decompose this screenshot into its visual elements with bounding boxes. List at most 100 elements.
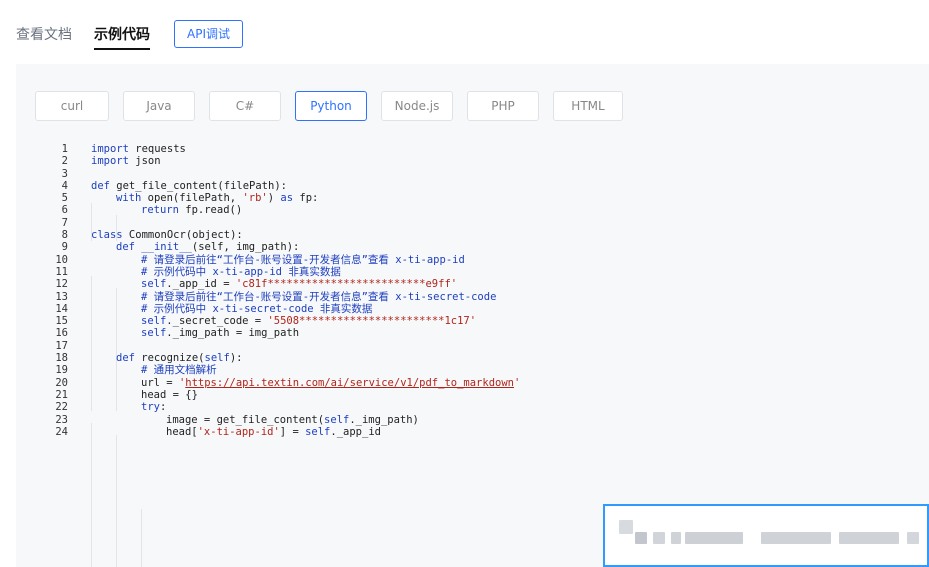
indent-guide (141, 509, 142, 567)
lang-tab-curl[interactable]: curl (35, 91, 109, 121)
code-token: def (116, 241, 135, 254)
code-text: # 请登录后前往“工作台-账号设置-开发者信息”查看 x-ti-secret-c… (141, 291, 496, 303)
blurred-toast (603, 504, 929, 567)
line-number: 1 (61, 143, 68, 155)
code-line: 7 (16, 217, 929, 229)
code-text: def __init__(self, img_path): (116, 241, 299, 253)
code-line: 22 try: (16, 401, 929, 413)
code-text: class CommonOcr(object): (91, 229, 243, 241)
code-text: head = {} (141, 389, 198, 401)
line-number: 3 (61, 167, 68, 180)
code-token: self (204, 352, 230, 365)
code-line: 17 (16, 340, 929, 352)
line-number: 4 (61, 179, 68, 192)
code-token: (self, img_path): (191, 241, 300, 254)
top-tab-bar: 查看文档 示例代码 API调试 (16, 18, 243, 50)
code-token: head = {} (141, 388, 198, 401)
indent-guide (116, 435, 117, 567)
code-token: self (141, 327, 167, 340)
code-token: def (91, 179, 110, 192)
code-line: 14 # 示例代码中 x-ti-secret-code 非真实数据 (16, 303, 929, 315)
code-token: ] = (279, 425, 306, 438)
code-line: 12 self._app_id = 'c81f******************… (16, 278, 929, 290)
code-token: : (159, 401, 167, 414)
code-line: 23 image = get_file_content(self._img_pat… (16, 414, 929, 426)
lang-tab-csharp[interactable]: C# (209, 91, 281, 121)
line-number: 7 (61, 216, 68, 229)
code-token: # 示例代码中 x-ti-secret-code 非真实数据 (141, 302, 373, 315)
code-token: def (116, 352, 135, 365)
line-number: 14 (55, 302, 68, 315)
code-text: head['x-ti-app-id'] = self._app_id (166, 426, 381, 438)
code-line: 1 import requests (16, 143, 929, 155)
line-number: 21 (55, 388, 68, 401)
blurred-text (839, 532, 899, 544)
line-number: 5 (61, 192, 68, 205)
code-line: 3 (16, 168, 929, 180)
lang-tab-python[interactable]: Python (295, 91, 367, 121)
code-text: return fp.read() (141, 204, 242, 216)
code-token: __init__ (141, 241, 192, 254)
lang-tab-java[interactable]: Java (123, 91, 195, 121)
code-text: # 示例代码中 x-ti-app-id 非真实数据 (141, 266, 341, 278)
line-number: 12 (55, 278, 68, 291)
tab-docs[interactable]: 查看文档 (16, 24, 72, 44)
code-text: image = get_file_content(self._img_path) (166, 414, 419, 426)
code-token: class (91, 229, 123, 242)
line-number: 11 (55, 265, 68, 278)
code-text: self._secret_code = '5508***************… (141, 315, 476, 327)
blurred-text (653, 532, 665, 544)
line-number: 19 (55, 364, 68, 377)
code-text: url = 'https://api.textin.com/ai/service… (141, 377, 520, 389)
code-line: 5 with open(filePath, 'rb') as fp: (16, 192, 929, 204)
code-token: # 通用文档解析 (141, 364, 217, 377)
line-number: 15 (55, 315, 68, 328)
lang-tab-php[interactable]: PHP (467, 91, 539, 121)
code-token: ._app_id = (166, 278, 236, 291)
code-text: self._img_path = img_path (141, 327, 299, 339)
line-number: 13 (55, 290, 68, 303)
code-token: get_file_content(filePath): (109, 179, 287, 192)
code-token: requests (135, 143, 186, 155)
code-token: import (91, 143, 129, 155)
code-token: # 请登录后前往“工作台-账号设置-开发者信息”查看 x-ti-secret-c… (141, 290, 497, 303)
code-text: with open(filePath, 'rb') as fp: (116, 192, 318, 204)
code-line: 4 def get_file_content(filePath): (16, 180, 929, 192)
code-token: recognize( (134, 352, 205, 365)
blurred-text (671, 532, 681, 544)
code-token: self (324, 413, 350, 426)
tab-sample-code[interactable]: 示例代码 (94, 24, 150, 50)
code-text: # 请登录后前往“工作台-账号设置-开发者信息”查看 x-ti-app-id (141, 254, 465, 266)
code-line: 15 self._secret_code = '5508*************… (16, 315, 929, 327)
code-token: self (305, 425, 331, 438)
code-token: https://api.textin.com/ai/service/v1/pdf… (185, 376, 514, 389)
lang-tab-html[interactable]: HTML (553, 91, 623, 121)
line-number: 24 (55, 425, 68, 438)
code-token: 'rb' (242, 192, 268, 205)
code-text: def get_file_content(filePath): (91, 180, 287, 192)
code-line: 6 return fp.read() (16, 204, 929, 216)
code-token: CommonOcr(object): (122, 229, 243, 242)
code-token: self (141, 278, 167, 291)
line-number: 20 (55, 376, 68, 389)
code-line: 2 import json (16, 155, 929, 167)
code-token: fp.read() (178, 204, 243, 217)
api-debug-button[interactable]: API调试 (174, 20, 243, 48)
code-line: 18 def recognize(self): (16, 352, 929, 364)
blurred-icon (619, 520, 633, 534)
code-line: 21 head = {} (16, 389, 929, 401)
line-number: 2 (61, 155, 68, 168)
lang-tab-nodejs[interactable]: Node.js (381, 91, 453, 121)
code-line: 10 # 请登录后前往“工作台-账号设置-开发者信息”查看 x-ti-app-id (16, 254, 929, 266)
code-line: 13 # 请登录后前往“工作台-账号设置-开发者信息”查看 x-ti-secret… (16, 291, 929, 303)
code-text: # 通用文档解析 (141, 364, 217, 376)
code-token: ) (267, 192, 281, 205)
code-lines: 1 import requests 2 import json 3 4 def get_fi… (16, 143, 929, 438)
code-token: url = (141, 376, 179, 389)
code-token: open(filePath, (141, 192, 243, 205)
blurred-icon (635, 532, 647, 544)
indent-guide (91, 423, 92, 567)
code-text: import requests (91, 143, 186, 155)
code-text: import json (91, 155, 161, 167)
code-token: json (135, 155, 161, 168)
